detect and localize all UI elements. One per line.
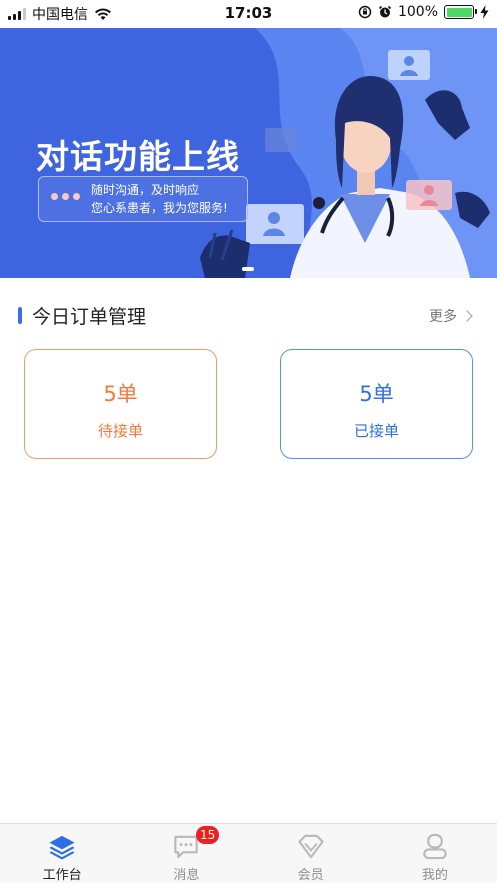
- message-badge: 15: [196, 826, 220, 844]
- accepted-orders-card[interactable]: 5单 已接单: [280, 349, 473, 459]
- layers-icon: [49, 835, 75, 860]
- banner-headline: 对话功能上线: [36, 137, 240, 176]
- promo-banner[interactable]: 对话功能上线 随时沟通，及时响应 您心系患者，我为您服务!: [0, 28, 497, 278]
- tab-members[interactable]: 会员: [249, 824, 373, 883]
- accepted-count: 5单: [359, 382, 394, 406]
- tab-messages[interactable]: 消息: [124, 824, 248, 883]
- carousel-indicator[interactable]: [242, 267, 254, 271]
- alarm-icon: [378, 5, 392, 18]
- pending-label: 待接单: [97, 422, 143, 440]
- charging-icon: [480, 5, 489, 19]
- section-accent-bar: [18, 306, 22, 324]
- orders-section-header: 今日订单管理: [18, 303, 147, 328]
- tab-label: 消息: [173, 868, 200, 883]
- battery-icon: [444, 5, 477, 19]
- ellipsis-icon: [51, 193, 80, 200]
- person-icon: [423, 833, 447, 860]
- chevron-right-icon: [461, 310, 473, 322]
- orders-title: 今日订单管理: [32, 305, 147, 328]
- rotation-lock-icon: [358, 5, 372, 19]
- bottom-tab-bar: 工作台 消息 会员 我的: [0, 823, 497, 883]
- banner-line-1: 随时沟通，及时响应: [91, 183, 200, 197]
- diamond-icon: [297, 834, 324, 859]
- status-bar: 中国电信 17:03 100%: [0, 0, 497, 28]
- banner-line-2: 您心系患者，我为您服务!: [91, 201, 228, 215]
- accepted-label: 已接单: [353, 422, 399, 440]
- banner-speech-bubble: 随时沟通，及时响应 您心系患者，我为您服务!: [38, 176, 248, 222]
- tab-label: 会员: [297, 868, 324, 883]
- status-right: 100%: [358, 4, 489, 20]
- tab-workbench[interactable]: 工作台: [0, 824, 124, 883]
- tab-label: 工作台: [42, 868, 82, 883]
- more-link[interactable]: 更多: [429, 306, 473, 326]
- battery-percent: 100%: [397, 4, 438, 20]
- pending-orders-card[interactable]: 5单 待接单: [24, 349, 217, 459]
- pending-count: 5单: [103, 382, 138, 406]
- tab-label: 我的: [421, 868, 448, 883]
- tab-mine[interactable]: 我的: [373, 824, 497, 883]
- more-label: 更多: [429, 309, 457, 325]
